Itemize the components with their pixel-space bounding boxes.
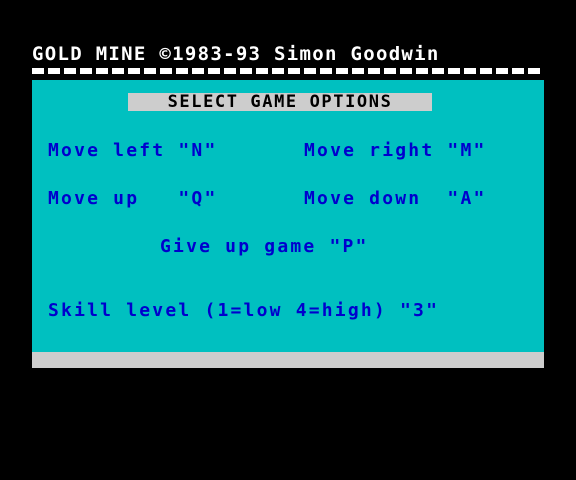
option-move-left[interactable]: Move left "N" <box>48 141 217 161</box>
option-move-up[interactable]: Move up "Q" <box>48 189 217 209</box>
game-screen: GOLD MINE ©1983-93 Simon Goodwin SELECT … <box>0 0 576 480</box>
panel-footer-bar <box>32 352 544 368</box>
title-divider <box>32 68 544 74</box>
game-title: GOLD MINE ©1983-93 Simon Goodwin <box>32 43 440 65</box>
option-move-down[interactable]: Move down "A" <box>304 189 487 209</box>
option-skill-level[interactable]: Skill level (1=low 4=high) "3" <box>48 301 439 321</box>
option-give-up[interactable]: Give up game "P" <box>160 237 369 257</box>
options-heading: SELECT GAME OPTIONS <box>128 93 432 111</box>
option-move-right[interactable]: Move right "M" <box>304 141 487 161</box>
